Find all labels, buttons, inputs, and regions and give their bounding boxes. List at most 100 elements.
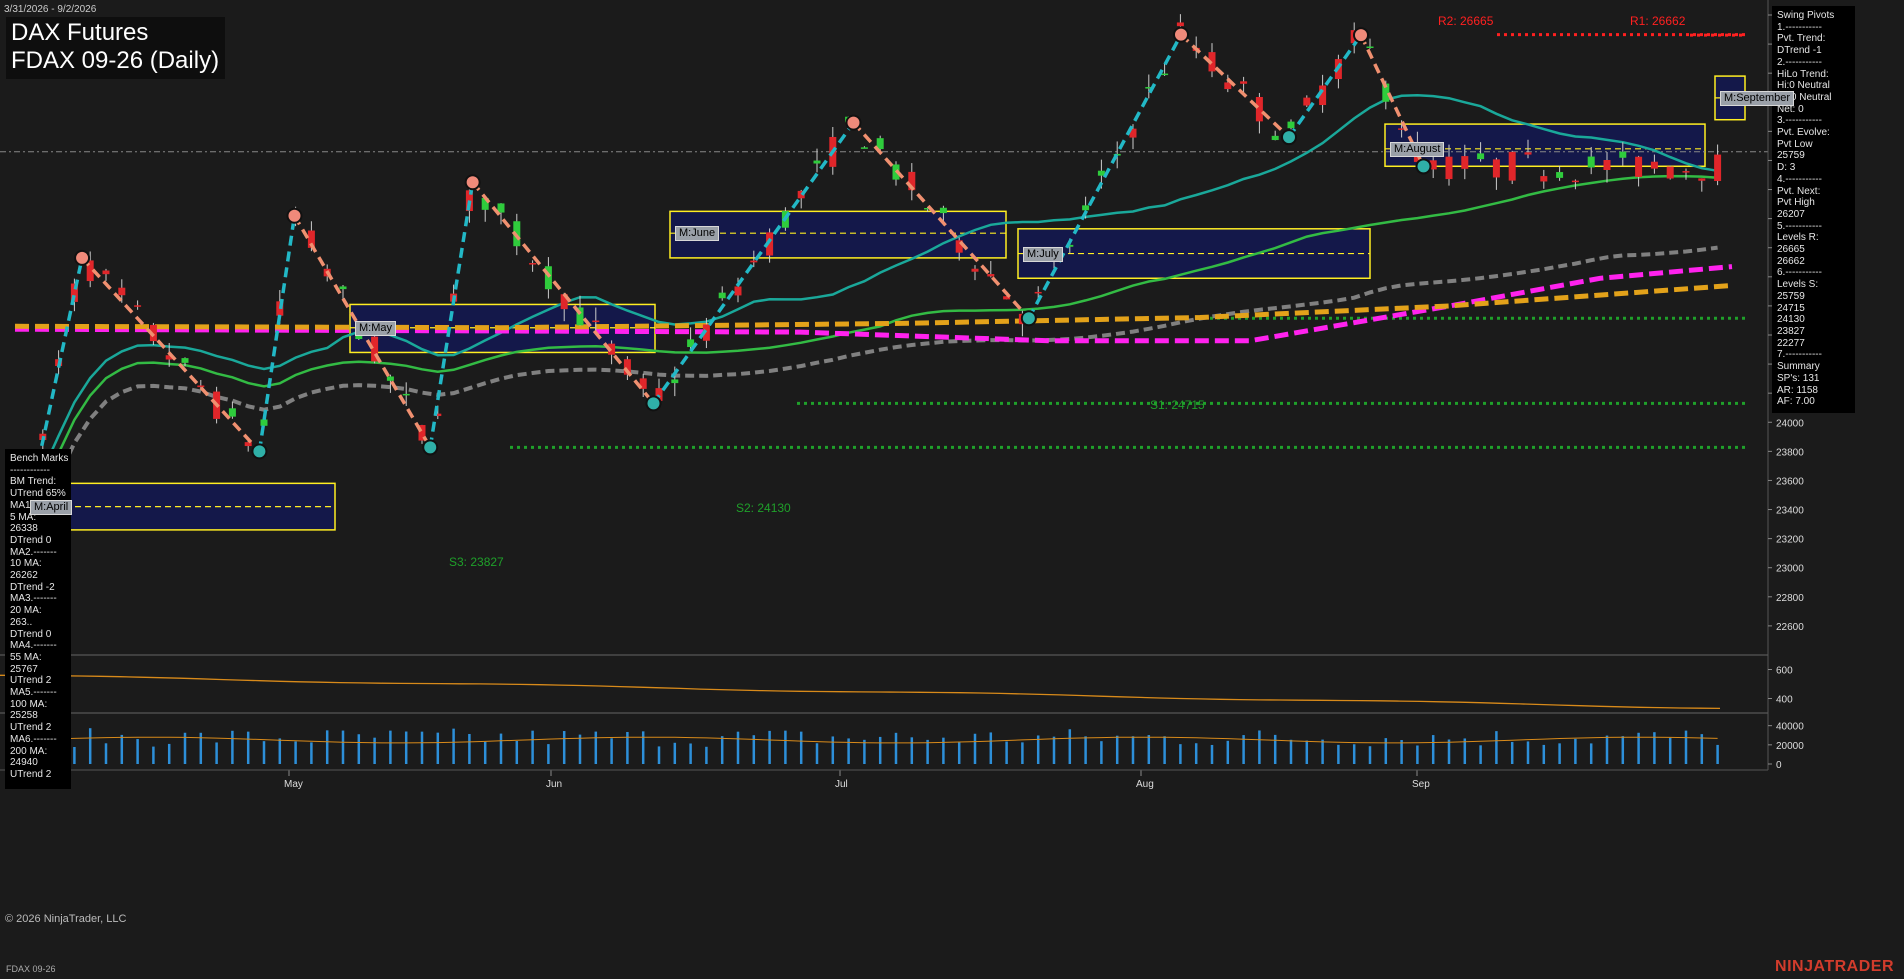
volatility-line <box>0 674 1721 710</box>
candle-body <box>339 286 347 290</box>
candle-body <box>1508 151 1516 181</box>
panel-line: 100 MA: <box>10 698 48 710</box>
swing-pivot-marker <box>1353 27 1369 44</box>
candle-body <box>1271 135 1279 141</box>
panel-line: 200 MA: <box>10 745 48 757</box>
candle-body <box>1082 205 1090 211</box>
candle-body <box>402 393 410 396</box>
swing-pivot-marker <box>286 207 303 224</box>
level-label: S3: 23827 <box>449 555 504 569</box>
panel-line: Levels R: <box>1777 232 1819 244</box>
level-label: S2: 24130 <box>736 501 791 515</box>
swing-pivot-marker <box>464 174 481 191</box>
level-label: R1: 26662 <box>1630 14 1686 28</box>
candle-body <box>939 207 947 214</box>
candle-body <box>860 147 868 149</box>
level-label: S1: 24715 <box>1150 398 1205 412</box>
panel-line: 20 MA: <box>10 605 42 617</box>
candle-body <box>813 160 821 164</box>
panel-line: AF: 7.00 <box>1777 396 1815 408</box>
panel-line: 25759 <box>1777 290 1805 302</box>
panel-line: UTrend 2 <box>10 768 52 780</box>
month-profile-label: M:April <box>30 499 73 515</box>
panel-line: 24130 <box>1777 314 1805 326</box>
panel-line: MA2.------- <box>10 546 57 558</box>
panel-line: 26662 <box>1777 255 1805 267</box>
month-profile-label: M:August <box>1390 141 1445 157</box>
candle-body <box>1603 160 1611 170</box>
swing-pivot-marker <box>645 395 662 412</box>
candle-body <box>1161 73 1169 76</box>
vol-tick-label: 400 <box>1776 695 1793 706</box>
y-tick-label: 22600 <box>1776 622 1804 633</box>
month-profile-label: M:June <box>675 226 720 242</box>
panel-line: 4.----------- <box>1777 173 1822 185</box>
volume-tick-label: 20000 <box>1776 741 1804 752</box>
candle-body <box>1540 176 1548 182</box>
month-profile-label: M:September <box>1720 90 1795 106</box>
swing-pivot-marker <box>1020 310 1037 327</box>
month-profile-label: M:May <box>355 320 396 336</box>
y-tick-label: 23400 <box>1776 506 1804 517</box>
y-tick-label: 23600 <box>1776 476 1804 487</box>
candle-body <box>197 385 205 388</box>
candle-body <box>750 260 758 263</box>
candle-body <box>1255 96 1263 122</box>
panel-line: 22277 <box>1777 337 1805 349</box>
ninjatrader-logo: NINJATRADER <box>1775 958 1894 975</box>
candle-body <box>260 419 268 426</box>
panel-line: 24940 <box>10 757 38 769</box>
candle-body <box>1461 156 1469 169</box>
level-label: R2: 26665 <box>1438 14 1494 28</box>
panel-line: 6.----------- <box>1777 267 1822 279</box>
panel-line: Levels S: <box>1777 279 1819 291</box>
x-tick-label: Aug <box>1136 779 1154 790</box>
candle-body <box>1556 172 1564 178</box>
swing-pivots-panel: Swing Pivots 1.----------- Pvt. Trend: DTre… <box>1772 6 1855 413</box>
candle-body <box>1176 22 1184 27</box>
candle-body <box>987 274 995 277</box>
volatility-panel: 400 600 <box>0 666 1793 710</box>
dax-futures-daily-chart[interactable]: R2: 26665 R1: 26662 S1: 24715 S2: 24130 S3: … <box>0 0 1904 979</box>
volume-tick-label: 0 <box>1776 760 1782 771</box>
candle-body <box>1682 171 1690 173</box>
panel-line: Pvt. Next: <box>1777 185 1821 197</box>
candle-body <box>386 376 394 381</box>
candle-body <box>134 305 142 307</box>
swing-leg <box>80 256 261 453</box>
candle-body <box>1714 154 1722 181</box>
panel-line: DTrend 0 <box>10 628 52 640</box>
candle-body <box>734 286 742 296</box>
date-range: 3/31/2026 - 9/2/2026 <box>4 4 97 15</box>
instrument-label: FDAX 09-26 <box>6 964 56 974</box>
swing-leg <box>1179 33 1291 139</box>
candle-body <box>1034 291 1042 294</box>
x-tick-label: Jul <box>835 779 848 790</box>
candle-body <box>244 442 252 447</box>
panel-line: SP's: 131 <box>1777 372 1820 384</box>
candle-body <box>181 358 189 363</box>
candle-body <box>1287 121 1295 129</box>
vol-tick-label: 600 <box>1776 666 1793 677</box>
candle-body <box>118 287 126 296</box>
panel-line: UTrend 2 <box>10 675 52 687</box>
candle-body <box>1587 156 1595 168</box>
candle-body <box>228 408 236 417</box>
panel-line: UTrend 2 <box>10 722 52 734</box>
panel-line: 25258 <box>10 710 38 722</box>
candle-body <box>1303 97 1311 106</box>
panel-line: 23827 <box>1777 325 1805 337</box>
panel-line: 10 MA: <box>10 558 42 570</box>
x-tick-label: Sep <box>1412 779 1430 790</box>
swing-pivot-marker <box>251 443 268 460</box>
panel-line: Pvt Low <box>1777 138 1813 150</box>
panel-line: MA6.------- <box>10 733 57 745</box>
panel-line: 25767 <box>10 663 38 675</box>
copyright: © 2026 NinjaTrader, LLC <box>5 913 127 925</box>
panel-line: 5.----------- <box>1777 220 1822 232</box>
candle-body <box>1650 161 1658 169</box>
panel-line: HiLo Trend: <box>1777 68 1829 80</box>
panel-line: DTrend 0 <box>10 534 52 546</box>
ma-200-orange-line <box>14 283 1733 331</box>
panel-line: 24715 <box>1777 302 1805 314</box>
